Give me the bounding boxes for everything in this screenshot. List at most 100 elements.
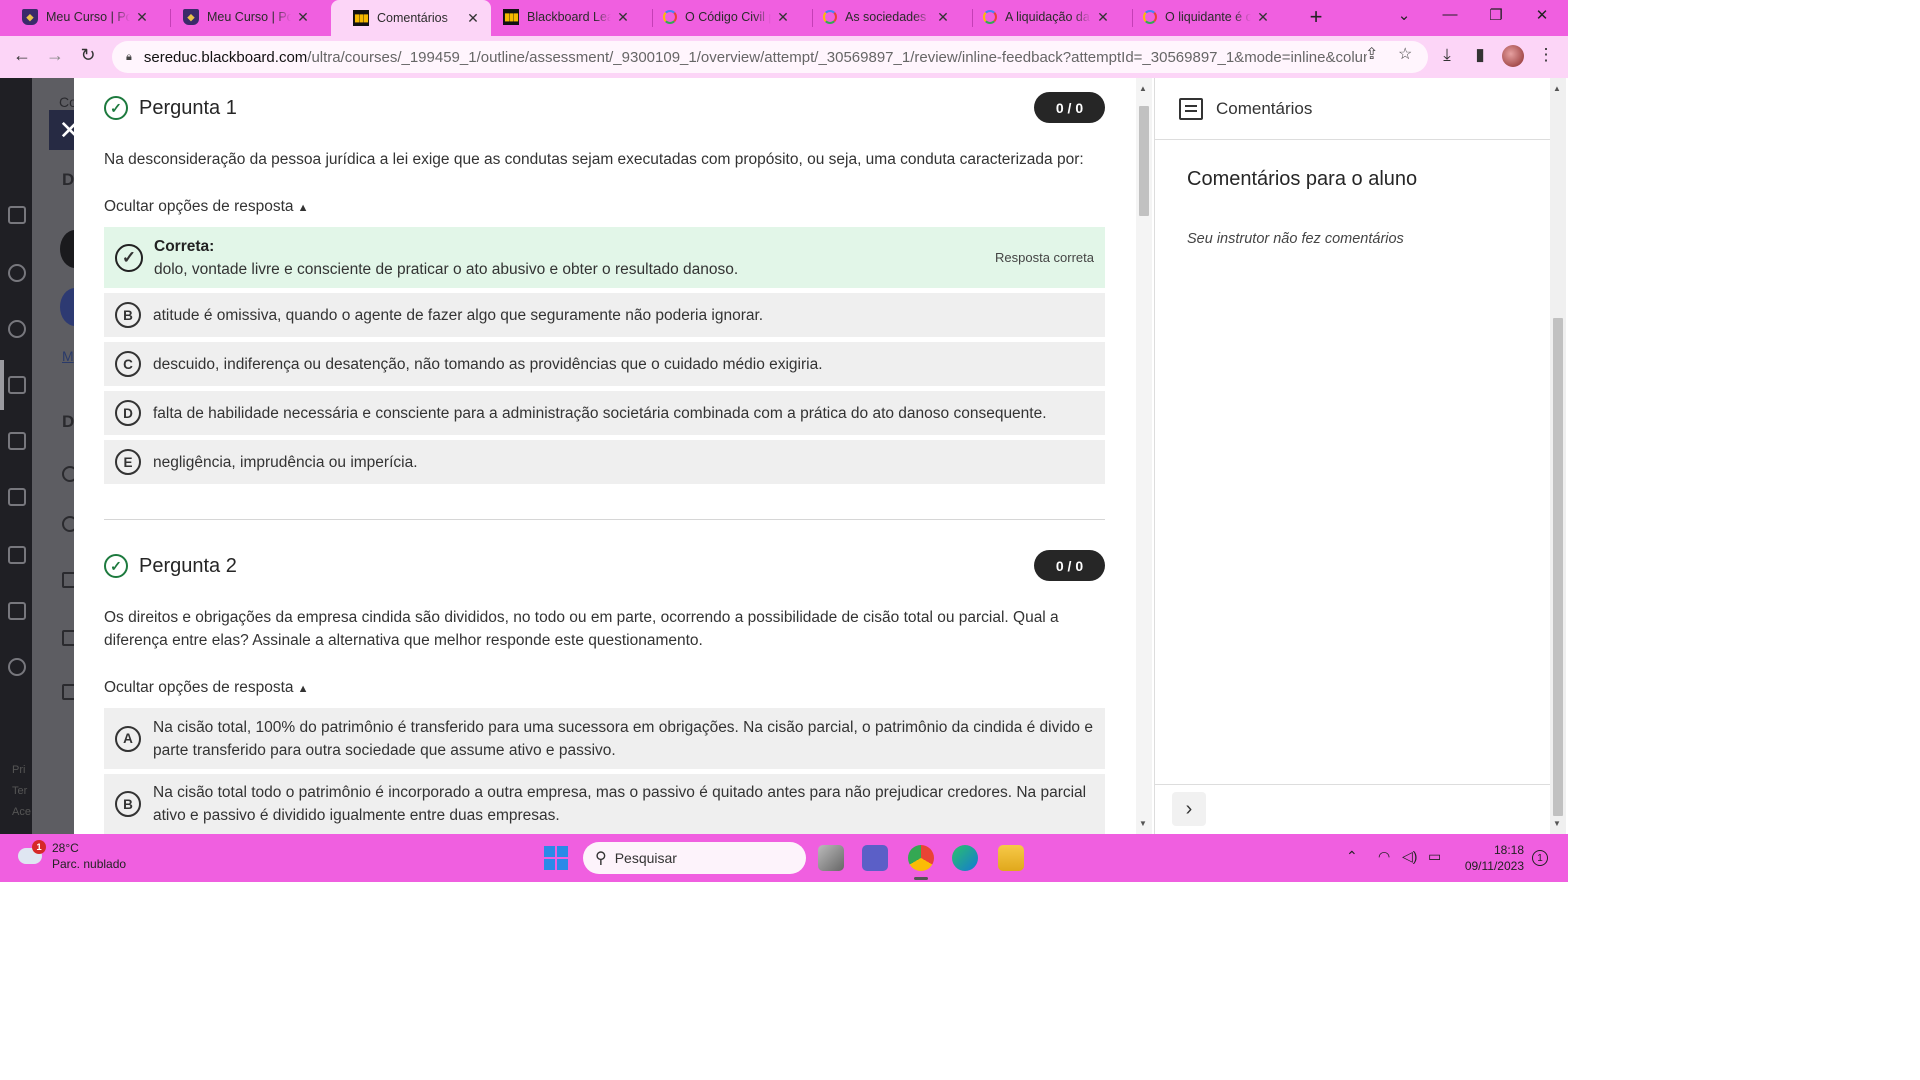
shield-icon: ◆ (183, 9, 199, 25)
option-letter: D (115, 400, 141, 426)
scroll-down-arrow-icon[interactable]: ▼ (1139, 819, 1147, 828)
browser-tab[interactable]: A liquidação da s ✕ (961, 0, 1121, 34)
close-icon[interactable]: ✕ (615, 9, 631, 26)
close-icon[interactable]: ✕ (1255, 9, 1271, 26)
share-icon[interactable]: ⇪ (1365, 44, 1378, 64)
dim-box-icon (62, 572, 74, 588)
edge-icon[interactable] (952, 845, 978, 871)
url-path: /ultra/courses/_199459_1/outline/assessm… (307, 48, 1368, 66)
tab-label: A liquidação da s (1005, 10, 1091, 24)
battery-icon[interactable]: ▭ (1428, 848, 1441, 865)
file-explorer-icon[interactable] (998, 845, 1024, 871)
close-icon[interactable]: ✕ (935, 9, 951, 26)
active-indicator (0, 360, 4, 410)
score-badge: 0 / 0 (1034, 92, 1105, 123)
browser-tab[interactable]: ◆ Meu Curso | Portal ✕ (0, 0, 160, 34)
institution-icon (8, 206, 26, 224)
google-icon (823, 10, 837, 24)
wifi-icon[interactable]: ◠ (1378, 848, 1390, 865)
browser-tab[interactable]: O Código Civil prevê ✕ (641, 0, 801, 34)
footer-links: Pri Ter Ace (12, 760, 31, 823)
tray-chevron-up-icon[interactable]: ⌃ (1346, 848, 1358, 865)
bookmark-star-icon[interactable]: ☆ (1398, 44, 1412, 64)
score-badge: 0 / 0 (1034, 550, 1105, 581)
forward-arrow-icon[interactable]: → (43, 45, 67, 66)
chrome-icon[interactable] (908, 845, 934, 871)
browser-tab[interactable]: ▮▮▮ Blackboard Learn ✕ (481, 0, 641, 34)
tab-search-chevron-icon[interactable]: ⌄ (1394, 6, 1414, 24)
scroll-up-arrow-icon[interactable]: ▲ (1139, 84, 1147, 93)
close-icon[interactable]: ✕ (295, 9, 311, 26)
chevron-up-icon: ▲ (297, 683, 309, 695)
comments-header: Comentários (1155, 78, 1551, 140)
lock-icon[interactable]: 🔒︎ (126, 51, 132, 64)
grades-icon (8, 546, 26, 564)
correct-label: Correta: (154, 237, 215, 255)
answer-text: negligência, imprudência ou imperícia. (153, 453, 418, 471)
reload-icon[interactable]: ↻ (76, 45, 100, 66)
close-icon[interactable]: ✕ (134, 9, 150, 26)
dimmed-course-page: Co D M D (32, 78, 74, 834)
browser-tab[interactable]: O liquidante é ob ✕ (1121, 0, 1281, 34)
shield-icon: ◆ (22, 9, 38, 25)
tab-label: Comentários (377, 11, 448, 25)
hide-options-toggle[interactable]: Ocultar opções de resposta ▲ (104, 198, 308, 216)
blackboard-icon: ▮▮▮ (353, 10, 369, 26)
search-icon: ⚲ (595, 850, 607, 867)
close-icon[interactable]: ✕ (465, 10, 481, 27)
weather-temp: 28°C (52, 841, 79, 855)
chevron-up-icon: ▲ (297, 202, 309, 214)
check-circle-icon: ✓ (104, 554, 128, 578)
page-scrollbar[interactable]: ▲ ▼ (1550, 78, 1566, 834)
signout-icon (8, 658, 26, 676)
url-host: sereduc.blackboard.com (143, 48, 308, 66)
close-icon[interactable]: ✕ (1095, 9, 1111, 26)
scrollbar-thumb[interactable] (1553, 318, 1563, 816)
clock-date: 09/11/2023 (1464, 859, 1524, 873)
comments-panel: Comentários Comentários para o aluno Seu… (1154, 78, 1551, 834)
clock-time: 18:18 (1493, 843, 1524, 857)
dim-link-icon (62, 684, 74, 700)
review-scrollbar[interactable]: ▲ ▼ (1136, 78, 1152, 834)
new-tab-plus-icon[interactable]: + (1306, 4, 1326, 30)
menu-kebab-icon[interactable]: ⋮ (1535, 45, 1557, 65)
browser-tab-active[interactable]: ▮▮▮ Comentários ✕ (331, 0, 491, 36)
close-icon[interactable]: ✕ (775, 9, 791, 26)
taskbar-search[interactable]: ⚲ Pesquisar (583, 842, 806, 874)
back-arrow-icon[interactable]: ← (10, 45, 34, 66)
address-bar[interactable]: 🔒︎ sereduc.blackboard.com /ultra/courses… (112, 41, 1428, 73)
window-close-icon[interactable]: ✕ (1532, 6, 1552, 24)
scroll-down-arrow-icon[interactable]: ▼ (1553, 819, 1561, 828)
tab-label: O Código Civil prevê (685, 10, 771, 24)
answer-text: Na cisão total todo o patrimônio é incor… (153, 784, 1087, 824)
task-view-icon[interactable] (818, 845, 844, 871)
browser-tab[interactable]: As sociedades se ✕ (801, 0, 961, 34)
download-icon[interactable]: ⤓ (1436, 45, 1458, 65)
cloud-icon: 1 (18, 840, 46, 864)
toggle-label: Ocultar opções de resposta (104, 198, 294, 215)
google-icon (1143, 10, 1157, 24)
minimize-icon[interactable]: — (1440, 6, 1460, 23)
hide-options-toggle[interactable]: Ocultar opções de resposta ▲ (104, 679, 308, 697)
toggle-label: Ocultar opções de resposta (104, 679, 294, 696)
taskbar-clock[interactable]: 18:18 09/11/2023 (1460, 842, 1524, 874)
notification-count[interactable]: 1 (1532, 850, 1548, 866)
restore-icon[interactable]: ❐ (1486, 6, 1506, 24)
footer-link-access: Ace (12, 806, 31, 818)
scrollbar-thumb[interactable] (1139, 106, 1149, 216)
volume-icon[interactable]: ◁) (1402, 848, 1417, 865)
start-windows-icon[interactable] (544, 846, 568, 870)
weather-widget[interactable]: 1 28°C Parc. nublado (18, 840, 126, 872)
browser-tab[interactable]: ◆ Meu Curso | Portal ✕ (161, 0, 321, 34)
side-panel-icon[interactable]: ▮ (1469, 45, 1491, 65)
profile-avatar[interactable] (1502, 45, 1524, 67)
question-text: Os direitos e obrigações da empresa cind… (104, 609, 1059, 649)
weather-desc: Parc. nublado (52, 857, 127, 871)
teams-chat-icon[interactable] (862, 845, 888, 871)
next-button[interactable]: › (1172, 792, 1206, 826)
courses-icon (8, 376, 26, 394)
chevron-right-icon: › (1185, 797, 1193, 820)
answer-option-correct: ✓ Correta: dolo, vontade livre e conscie… (104, 227, 1105, 288)
scroll-up-arrow-icon[interactable]: ▲ (1553, 84, 1561, 93)
answer-option: A Na cisão total, 100% do patrimônio é t… (104, 708, 1105, 769)
